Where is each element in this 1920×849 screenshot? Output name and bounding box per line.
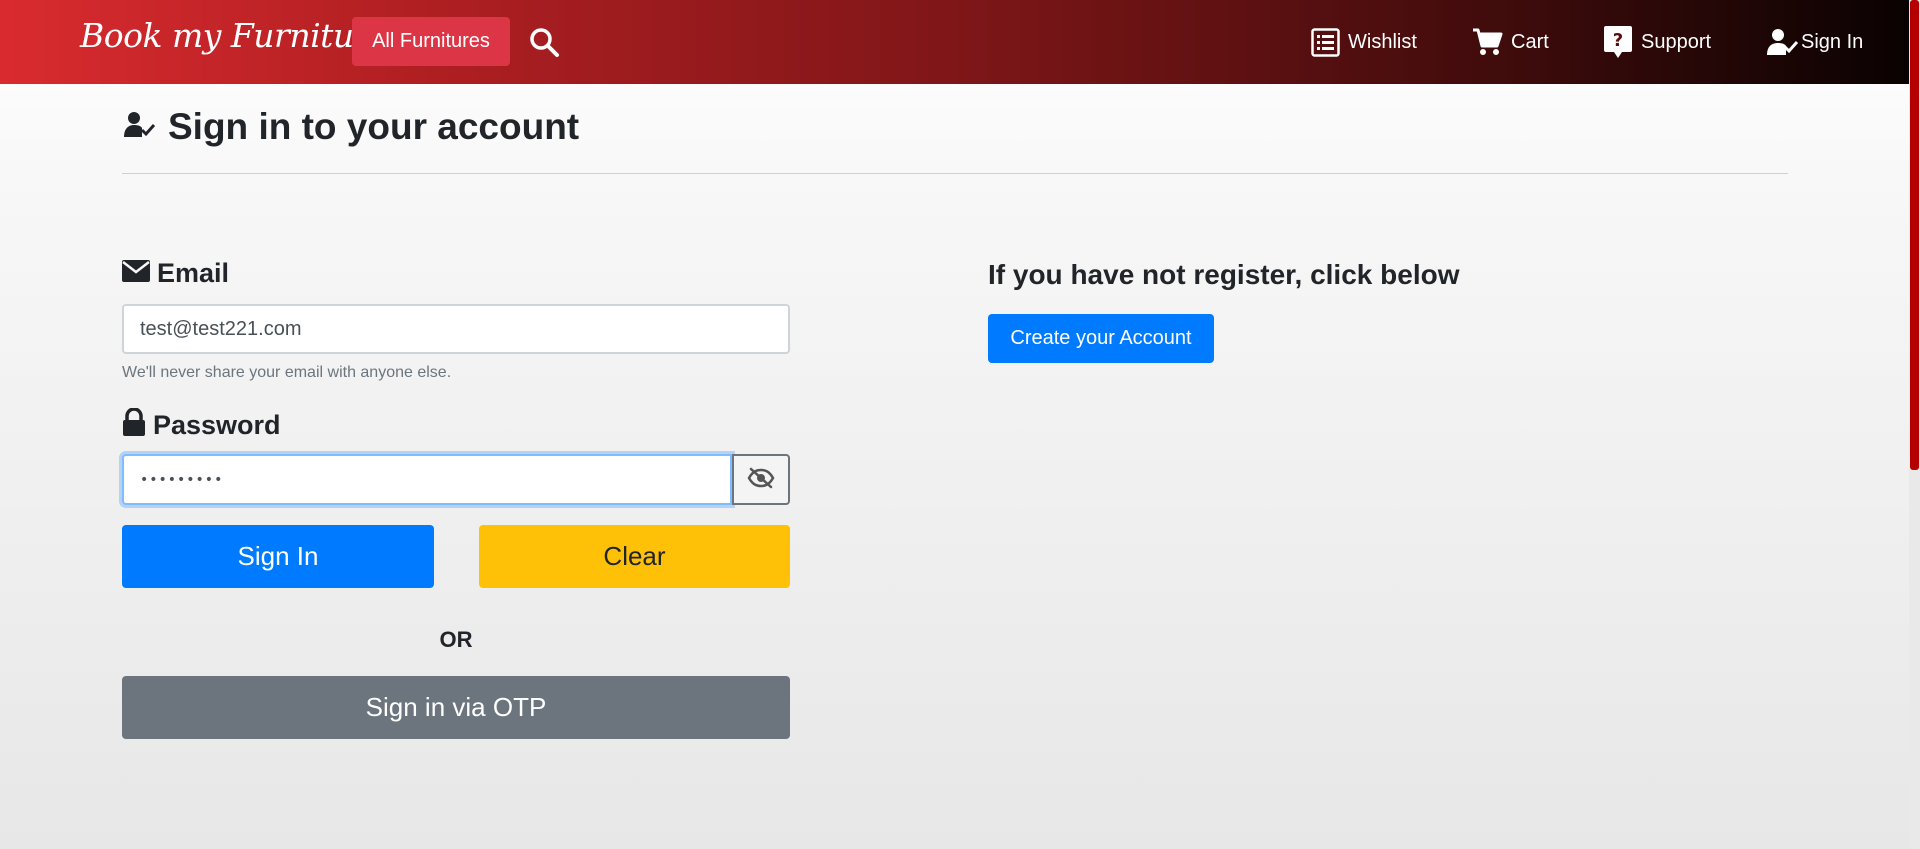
nav-support-label: Support	[1641, 30, 1712, 53]
nav-wishlist-label: Wishlist	[1348, 30, 1417, 53]
heading-divider	[122, 173, 1788, 174]
svg-text:?: ?	[1613, 30, 1623, 51]
nav-wishlist[interactable]: Wishlist	[1311, 24, 1417, 60]
brand-logo[interactable]: Book my Furniture	[80, 16, 388, 55]
user-check-icon	[124, 110, 156, 145]
sign-in-button[interactable]: Sign In	[122, 525, 434, 588]
all-furnitures-button[interactable]: All Furnitures	[352, 17, 510, 66]
page-scrollbar-thumb[interactable]	[1910, 0, 1919, 470]
top-navbar: Book my Furniture All Furnitures Wishlis…	[0, 0, 1909, 84]
or-separator: OR	[439, 627, 473, 652]
cart-icon	[1471, 26, 1503, 58]
nav-cart-label: Cart	[1511, 30, 1549, 53]
password-field[interactable]	[122, 454, 732, 505]
clear-button[interactable]: Clear	[479, 525, 790, 588]
nav-signin-label: Sign In	[1801, 30, 1864, 53]
email-label: Email	[122, 258, 229, 289]
lock-icon	[122, 407, 146, 443]
password-label: Password	[122, 407, 281, 443]
email-help-text: We'll never share your email with anyone…	[122, 364, 452, 381]
envelope-icon	[122, 258, 150, 289]
page-title: Sign in to your account	[168, 106, 580, 147]
list-alt-icon	[1311, 27, 1340, 57]
register-heading: If you have not register, click below	[988, 259, 1460, 290]
nav-cart[interactable]: Cart	[1471, 24, 1549, 60]
user-check-icon	[1767, 27, 1799, 57]
nav-signin[interactable]: Sign In	[1767, 24, 1863, 60]
search-icon[interactable]	[528, 26, 562, 60]
sign-in-otp-button[interactable]: Sign in via OTP	[122, 676, 790, 739]
toggle-password-button[interactable]	[732, 454, 790, 505]
eye-slash-icon	[747, 467, 775, 492]
create-account-button[interactable]: Create your Account	[988, 314, 1214, 363]
email-field[interactable]	[122, 304, 790, 354]
nav-support[interactable]: ? Support	[1603, 24, 1711, 60]
question-icon: ?	[1603, 25, 1633, 59]
page-heading: Sign in to your account	[124, 106, 579, 148]
